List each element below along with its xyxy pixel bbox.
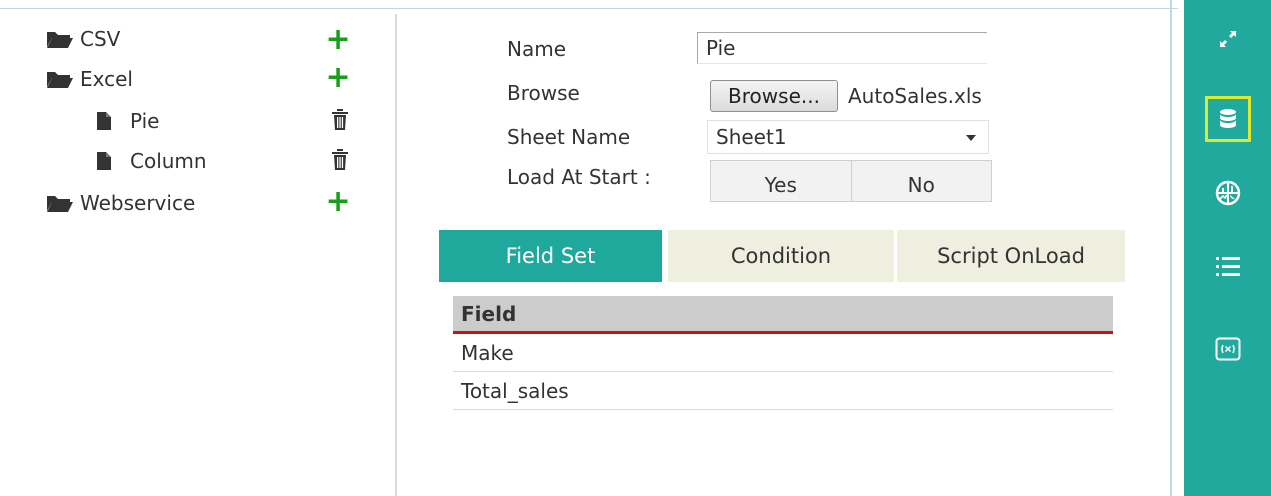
tree-item-label: Pie — [130, 109, 160, 133]
tree-item-label: Excel — [80, 67, 133, 91]
tree-item-excel[interactable]: Excel — [46, 64, 133, 94]
load-yes-option[interactable]: Yes — [711, 161, 851, 201]
tree-item-pie[interactable]: Pie — [96, 106, 159, 136]
folder-open-icon — [46, 193, 80, 213]
delete-pie-button[interactable] — [328, 108, 352, 132]
add-excel-button[interactable]: + — [325, 60, 351, 95]
name-input[interactable] — [697, 32, 987, 64]
tree-item-label: Webservice — [80, 191, 196, 215]
tree-item-label: Column — [130, 149, 207, 173]
tree-item-label: CSV — [80, 27, 121, 51]
tab-condition[interactable]: Condition — [668, 230, 894, 282]
chart-wheel-icon — [1215, 180, 1241, 206]
function-icon — [1215, 337, 1241, 361]
plus-icon: + — [325, 184, 351, 219]
selected-file-name: AutoSales.xls — [848, 84, 982, 108]
tree-item-column[interactable]: Column — [96, 146, 207, 176]
load-no-option[interactable]: No — [850, 161, 991, 201]
panel-divider — [395, 14, 397, 496]
tab-script-onload[interactable]: Script OnLoad — [897, 230, 1125, 282]
folder-open-icon — [46, 29, 80, 49]
browse-button[interactable]: Browse... — [710, 80, 838, 112]
add-webservice-button[interactable]: + — [325, 184, 351, 219]
database-icon — [1220, 109, 1236, 128]
load-at-start-toggle: Yes No — [710, 160, 992, 202]
table-row[interactable]: Total_sales — [453, 372, 1113, 410]
function-button[interactable] — [1205, 326, 1251, 372]
expand-icon — [1220, 31, 1236, 47]
load-at-start-label: Load At Start : — [507, 165, 651, 189]
database-button[interactable] — [1205, 96, 1251, 142]
file-icon — [96, 151, 130, 171]
sheet-name-label: Sheet Name — [507, 125, 631, 149]
list-icon — [1216, 257, 1240, 276]
file-icon — [96, 111, 130, 131]
chevron-down-icon — [966, 135, 976, 141]
table-header-field: Field — [453, 296, 1113, 334]
tab-field-set[interactable]: Field Set — [439, 230, 662, 282]
datasource-tree: CSV + Excel + Pie Column Webservice + — [0, 10, 395, 496]
name-label: Name — [507, 37, 567, 61]
field-table: Field Make Total_sales — [453, 296, 1113, 410]
plus-icon: + — [325, 22, 351, 57]
browse-label: Browse — [507, 81, 580, 105]
expand-button[interactable] — [1205, 16, 1251, 62]
tree-item-csv[interactable]: CSV — [46, 24, 120, 54]
top-border — [0, 8, 1178, 9]
toolbar-separator — [1170, 0, 1172, 496]
folder-open-icon — [46, 69, 80, 89]
sheet-name-select[interactable]: Sheet1 — [707, 120, 989, 154]
delete-column-button[interactable] — [328, 148, 352, 172]
tree-item-webservice[interactable]: Webservice — [46, 188, 195, 218]
plus-icon: + — [325, 60, 351, 95]
right-toolbar — [1184, 0, 1271, 496]
table-row[interactable]: Make — [453, 334, 1113, 372]
add-csv-button[interactable]: + — [325, 22, 351, 57]
list-button[interactable] — [1205, 244, 1251, 290]
trash-icon — [332, 149, 348, 170]
trash-icon — [332, 109, 348, 130]
charts-button[interactable] — [1205, 170, 1251, 216]
sheet-name-value: Sheet1 — [716, 125, 787, 149]
